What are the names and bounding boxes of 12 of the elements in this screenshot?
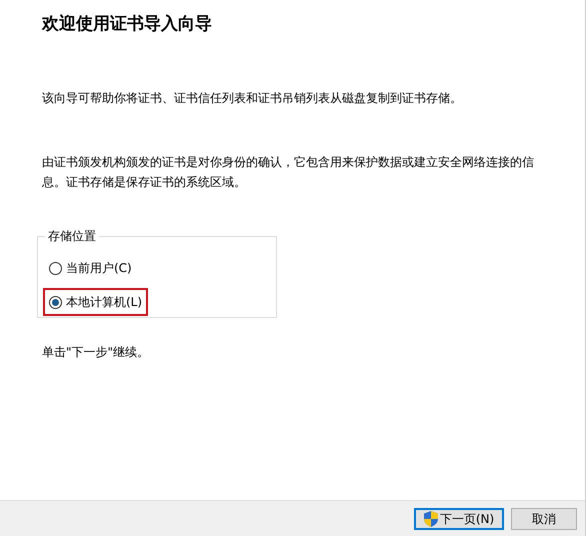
next-button[interactable]: 下一页(N) (414, 508, 504, 530)
radio-label[interactable]: 当前用户(C) (66, 260, 132, 276)
hint-text: 单击"下一步"继续。 (42, 344, 150, 361)
radio-button[interactable] (49, 262, 62, 274)
intro-text: 该向导可帮助你将证书、证书信任列表和证书吊销列表从磁盘复制到证书存储。 (42, 90, 463, 107)
wizard-title: 欢迎使用证书导入向导 (42, 13, 213, 36)
description-text: 由证书颁发机构颁发的证书是对你身份的确认，它包含用来保护数据或建立安全网络连接的信息。证书存储是保存证书的系统区域。 (42, 154, 535, 191)
radio-label[interactable]: 本地计算机(L) (66, 294, 142, 310)
shield-icon (424, 510, 438, 526)
radio-button[interactable] (49, 296, 62, 308)
group-label: 存储位置 (45, 228, 99, 244)
cancel-button[interactable]: 取消 (511, 508, 577, 530)
